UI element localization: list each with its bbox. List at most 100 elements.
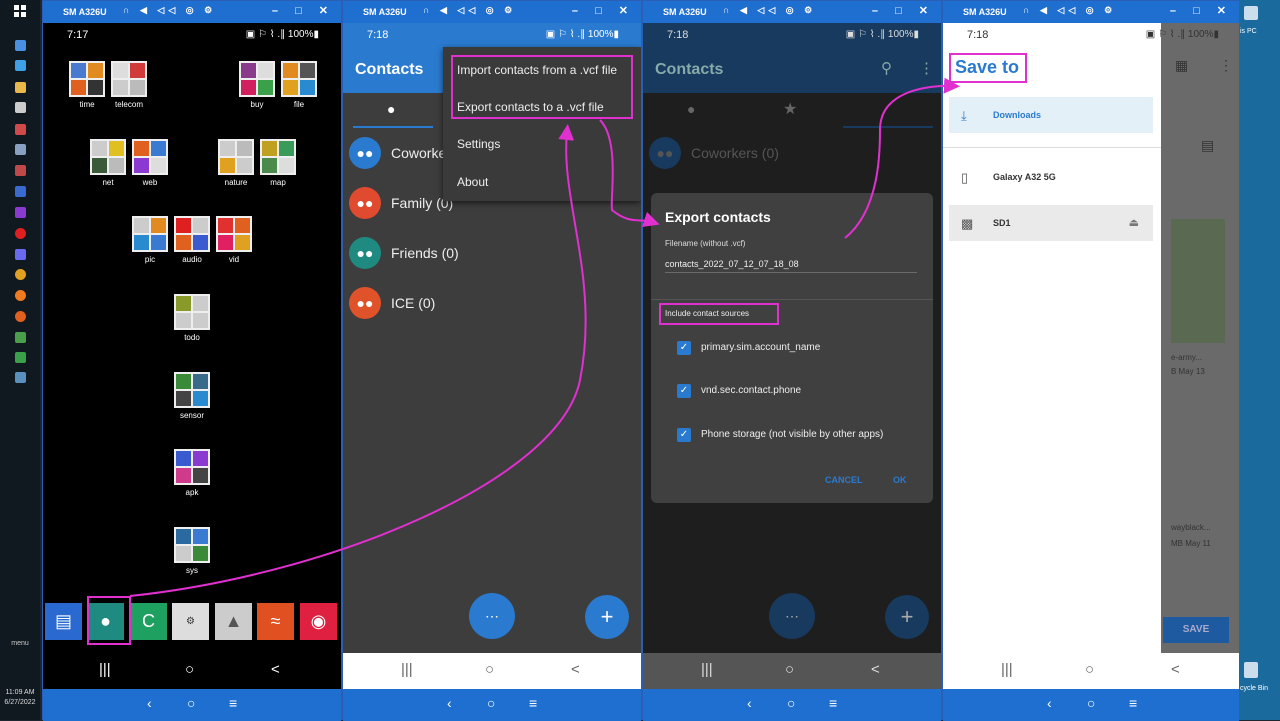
folder-nature[interactable]: nature bbox=[218, 139, 254, 187]
folder-map[interactable]: map bbox=[260, 139, 296, 187]
home-button[interactable]: ○ bbox=[785, 661, 794, 678]
taskbar-app-icon[interactable] bbox=[15, 249, 26, 260]
ok-button[interactable]: OK bbox=[893, 475, 907, 485]
back-button[interactable]: < bbox=[271, 661, 280, 678]
window-tool-icons[interactable]: ∩ ◀ ◁◁ ◎ ⚙ bbox=[723, 5, 816, 16]
menu-item-about[interactable]: About bbox=[457, 175, 488, 189]
group-row[interactable]: ●● ICE (0) bbox=[349, 283, 641, 323]
add-contact-button[interactable]: + bbox=[885, 595, 929, 639]
folder-vid[interactable]: vid bbox=[216, 216, 252, 264]
recents-button[interactable]: ||| bbox=[701, 661, 713, 678]
back-button[interactable]: < bbox=[871, 661, 880, 678]
menu-item-settings[interactable]: Settings bbox=[457, 137, 500, 151]
host-menu-button[interactable]: ≡ bbox=[829, 695, 837, 711]
host-menu-button[interactable]: ≡ bbox=[1129, 695, 1137, 711]
cancel-button[interactable]: CANCEL bbox=[825, 475, 863, 485]
filename-input[interactable]: contacts_2022_07_12_07_18_08 bbox=[665, 259, 917, 273]
recents-button[interactable]: ||| bbox=[401, 661, 413, 678]
host-home-button[interactable]: ○ bbox=[187, 695, 195, 711]
host-menu-button[interactable]: ≡ bbox=[229, 695, 237, 711]
taskbar-app-icon[interactable] bbox=[15, 165, 26, 176]
folder-pic[interactable]: pic bbox=[132, 216, 168, 264]
more-options-icon[interactable]: ⋮ bbox=[919, 59, 934, 77]
taskbar-app-icon[interactable] bbox=[15, 124, 26, 135]
search-icon[interactable]: ⚲ bbox=[881, 59, 892, 77]
host-back-button[interactable]: ‹ bbox=[747, 695, 752, 711]
taskbar-app-icon[interactable] bbox=[15, 186, 26, 197]
folder-file[interactable]: file bbox=[281, 61, 317, 109]
taskbar-menu-label[interactable]: menu bbox=[0, 640, 40, 647]
window-controls[interactable]: – □ ✕ bbox=[572, 4, 635, 17]
tab-contacts-icon[interactable]: ● bbox=[387, 101, 395, 117]
recents-button[interactable]: ||| bbox=[1001, 661, 1013, 678]
source-checkbox[interactable]: ✓ bbox=[677, 428, 691, 442]
android-app-icon[interactable]: ▲ bbox=[215, 603, 252, 640]
folder-buy[interactable]: buy bbox=[239, 61, 275, 109]
source-checkbox[interactable]: ✓ bbox=[677, 384, 691, 398]
location-sd1[interactable]: ▩ SD1 ⏏ bbox=[949, 205, 1153, 241]
location-downloads[interactable]: ⤓ Downloads bbox=[949, 97, 1153, 133]
windows-start-icon[interactable] bbox=[14, 5, 26, 17]
folder-net[interactable]: net bbox=[90, 139, 126, 187]
taskbar-app-icon[interactable] bbox=[15, 332, 26, 343]
audio-app-icon[interactable]: ≈ bbox=[257, 603, 294, 640]
folder-apk[interactable]: apk bbox=[174, 449, 210, 497]
home-button[interactable]: ○ bbox=[1085, 661, 1094, 678]
folder-audio[interactable]: audio bbox=[174, 216, 210, 264]
phone-screen: 7:18 ▣ ⚐ ⌇ .∥ 100%▮ Contacts ⚲ ⋮ ● ★ ●● C… bbox=[643, 23, 941, 689]
taskbar-app-icon[interactable] bbox=[15, 60, 26, 71]
recents-button[interactable]: ||| bbox=[99, 661, 111, 678]
folder-todo[interactable]: todo bbox=[174, 294, 210, 342]
window-controls[interactable]: – □ ✕ bbox=[272, 4, 335, 17]
host-back-button[interactable]: ‹ bbox=[147, 695, 152, 711]
host-menu-button[interactable]: ≡ bbox=[529, 695, 537, 711]
add-contact-button[interactable]: + bbox=[585, 595, 629, 639]
this-pc-icon[interactable] bbox=[1244, 6, 1258, 20]
dialpad-button[interactable]: ⋯ bbox=[769, 593, 815, 639]
taskbar-app-icon[interactable] bbox=[15, 372, 26, 383]
back-button[interactable]: < bbox=[1171, 661, 1180, 678]
back-button[interactable]: < bbox=[571, 661, 580, 678]
opera-icon[interactable] bbox=[15, 228, 26, 239]
phone-app-icon[interactable]: C bbox=[130, 603, 167, 640]
recycle-bin-icon[interactable] bbox=[1244, 662, 1258, 678]
host-home-button[interactable]: ○ bbox=[787, 695, 795, 711]
folder-icon[interactable] bbox=[15, 82, 26, 93]
window-tool-icons[interactable]: ∩ ◀ ◁◁ ◎ ⚙ bbox=[1023, 5, 1116, 16]
host-home-button[interactable]: ○ bbox=[487, 695, 495, 711]
window-controls[interactable]: – □ ✕ bbox=[1170, 4, 1233, 17]
window-tool-icons[interactable]: ∩ ◀ ◁◁ ◎ ⚙ bbox=[423, 5, 516, 16]
location-label: Galaxy A32 5G bbox=[993, 172, 1056, 182]
window-tool-icons[interactable]: ∩ ◀ ◁◁ ◎ ⚙ bbox=[123, 5, 216, 16]
folder-time[interactable]: time bbox=[69, 61, 105, 109]
taskbar-app-icon[interactable] bbox=[15, 144, 26, 155]
tab-favorites-icon[interactable]: ★ bbox=[783, 99, 797, 119]
taskbar-app-icon[interactable] bbox=[15, 207, 26, 218]
eject-icon[interactable]: ⏏ bbox=[1129, 216, 1139, 229]
taskbar-app-icon[interactable] bbox=[15, 311, 26, 322]
folder-sensor[interactable]: sensor bbox=[174, 372, 210, 420]
tab-contacts-icon[interactable]: ● bbox=[687, 101, 695, 117]
home-button[interactable]: ○ bbox=[185, 661, 194, 678]
folder-sys[interactable]: sys bbox=[174, 527, 210, 575]
folder-web[interactable]: web bbox=[132, 139, 168, 187]
taskbar-app-icon[interactable] bbox=[15, 40, 26, 51]
taskbar-app-icon[interactable] bbox=[15, 102, 26, 113]
location-galaxy-a32[interactable]: ▯ Galaxy A32 5G bbox=[949, 159, 1153, 195]
source-checkbox[interactable]: ✓ bbox=[677, 341, 691, 355]
camera-app-icon[interactable]: ◉ bbox=[300, 603, 337, 640]
firefox-icon[interactable] bbox=[15, 290, 26, 301]
group-label: Coworkers (0) bbox=[691, 145, 779, 161]
folder-telecom[interactable]: telecom bbox=[111, 61, 147, 109]
host-back-button[interactable]: ‹ bbox=[447, 695, 452, 711]
host-back-button[interactable]: ‹ bbox=[1047, 695, 1052, 711]
dialpad-button[interactable]: ⋯ bbox=[469, 593, 515, 639]
host-home-button[interactable]: ○ bbox=[1087, 695, 1095, 711]
tools-folder-icon[interactable]: ⚙ bbox=[172, 603, 209, 640]
messages-app-icon[interactable]: ▤ bbox=[45, 603, 82, 640]
group-row[interactable]: ●● Friends (0) bbox=[349, 233, 641, 273]
home-button[interactable]: ○ bbox=[485, 661, 494, 678]
chrome-icon[interactable] bbox=[15, 269, 26, 280]
window-controls[interactable]: – □ ✕ bbox=[872, 4, 935, 17]
android-icon[interactable] bbox=[15, 352, 26, 363]
